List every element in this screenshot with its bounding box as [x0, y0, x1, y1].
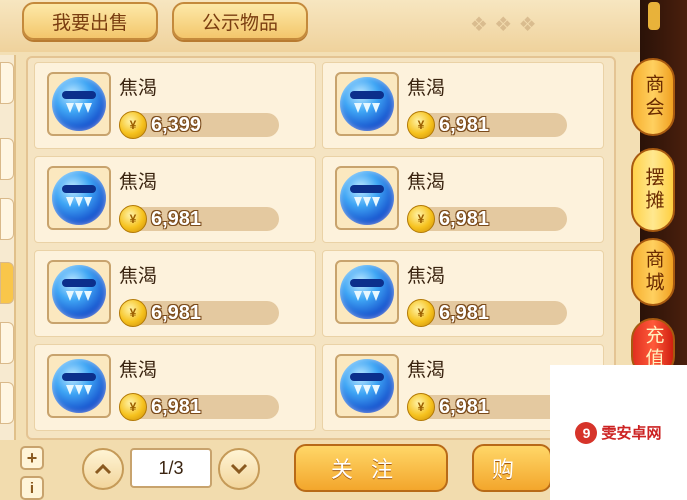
- item-cell[interactable]: 焦渴 ¥6,981: [322, 156, 604, 243]
- follow-button[interactable]: 关注: [294, 444, 448, 492]
- top-bar: 我要出售 公示物品 ❖ ❖ ❖: [0, 0, 640, 52]
- side-shop-button[interactable]: 商会: [631, 58, 675, 136]
- gold-coin-icon: ¥: [119, 393, 147, 421]
- item-icon: [335, 354, 399, 418]
- item-icon: [47, 260, 111, 324]
- item-name: 焦渴: [407, 78, 446, 99]
- item-name: 焦渴: [119, 360, 158, 381]
- item-icon: [47, 354, 111, 418]
- left-category-tab-active[interactable]: [0, 262, 14, 304]
- item-icon: [335, 166, 399, 230]
- gold-coin-icon: ¥: [407, 393, 435, 421]
- side-stall-button[interactable]: 摆摊: [631, 148, 675, 232]
- prev-page-button[interactable]: [82, 448, 124, 490]
- item-price: 6,981: [439, 114, 490, 136]
- blue-orb-icon: [340, 171, 394, 225]
- item-price: 6,981: [151, 208, 202, 230]
- gold-coin-icon: ¥: [407, 111, 435, 139]
- item-cell[interactable]: 焦渴 ¥6,399: [34, 62, 316, 149]
- page-indicator: 1/3: [130, 448, 212, 488]
- chevron-down-icon: [230, 463, 248, 475]
- blue-orb-icon: [340, 359, 394, 413]
- item-name: 焦渴: [407, 266, 446, 287]
- add-button[interactable]: +: [20, 446, 44, 470]
- item-price: 6,981: [439, 396, 490, 418]
- side-mall-button[interactable]: 商城: [631, 238, 675, 306]
- watermark: 9 雯安卓网: [550, 365, 687, 500]
- item-cell[interactable]: 焦渴 ¥6,981: [34, 344, 316, 431]
- gold-coin-icon: ¥: [119, 299, 147, 327]
- left-category-tab[interactable]: [0, 138, 14, 180]
- left-category-tab[interactable]: [0, 198, 14, 240]
- item-icon: [335, 260, 399, 324]
- item-name: 焦渴: [407, 360, 446, 381]
- blue-orb-icon: [340, 265, 394, 319]
- item-icon: [47, 72, 111, 136]
- gold-coin-icon: ¥: [119, 205, 147, 233]
- item-price: 6,399: [151, 114, 202, 136]
- header-decoration: ❖ ❖ ❖: [470, 12, 537, 36]
- gold-coin-icon: ¥: [407, 205, 435, 233]
- item-name: 焦渴: [119, 78, 158, 99]
- gold-coin-icon: ¥: [119, 111, 147, 139]
- item-price: 6,981: [439, 302, 490, 324]
- item-cell[interactable]: 焦渴 ¥6,981: [322, 62, 604, 149]
- item-name: 焦渴: [407, 172, 446, 193]
- info-button[interactable]: i: [20, 476, 44, 500]
- blue-orb-icon: [52, 171, 106, 225]
- chevron-up-icon: [94, 463, 112, 475]
- tab-sell[interactable]: 我要出售: [22, 2, 158, 40]
- blue-orb-icon: [52, 77, 106, 131]
- item-cell[interactable]: 焦渴 ¥6,981: [34, 156, 316, 243]
- item-icon: [335, 72, 399, 136]
- item-price: 6,981: [151, 396, 202, 418]
- left-category-tab[interactable]: [0, 382, 14, 424]
- item-icon: [47, 166, 111, 230]
- item-price: 6,981: [439, 208, 490, 230]
- next-page-button[interactable]: [218, 448, 260, 490]
- buy-button[interactable]: 购: [472, 444, 552, 492]
- item-name: 焦渴: [119, 172, 158, 193]
- tab-public-items[interactable]: 公示物品: [172, 2, 308, 40]
- left-category-tab[interactable]: [0, 322, 14, 364]
- blue-orb-icon: [52, 265, 106, 319]
- blue-orb-icon: [340, 77, 394, 131]
- gold-coin-icon: ¥: [407, 299, 435, 327]
- lantern-icon: [648, 2, 660, 30]
- left-category-tab[interactable]: [0, 62, 14, 104]
- item-name: 焦渴: [119, 266, 158, 287]
- watermark-logo-icon: 9: [575, 421, 598, 444]
- watermark-text: 雯安卓网: [601, 425, 662, 442]
- item-cell[interactable]: 焦渴 ¥6,981: [322, 250, 604, 337]
- item-price: 6,981: [151, 302, 202, 324]
- item-cell[interactable]: 焦渴 ¥6,981: [34, 250, 316, 337]
- blue-orb-icon: [52, 359, 106, 413]
